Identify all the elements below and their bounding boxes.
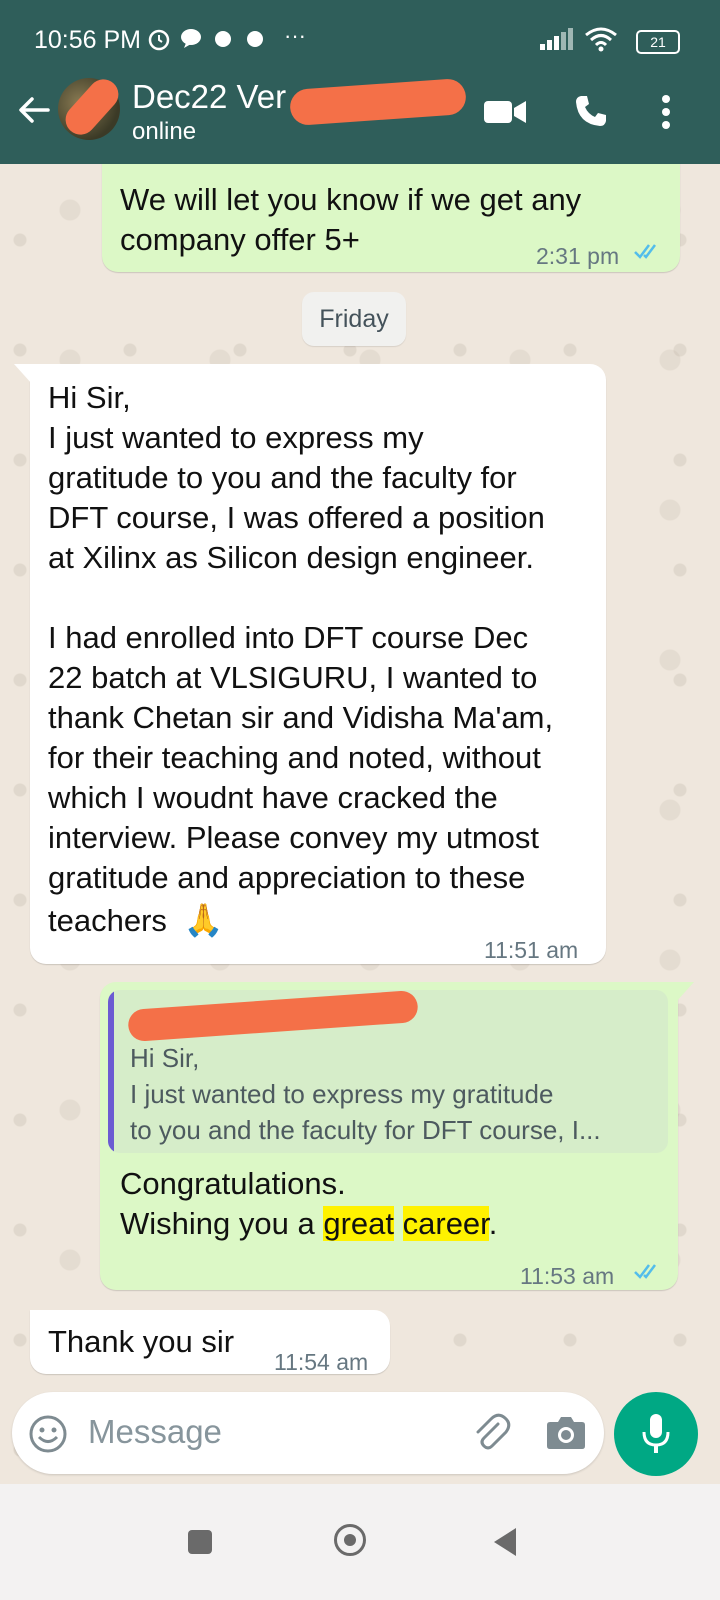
back-triangle-icon[interactable]: [494, 1528, 518, 1556]
more-notifications-icon: ···: [284, 23, 306, 48]
message-last-line: teachers 🙏: [48, 900, 223, 941]
message-incoming[interactable]: Thank you sir 11:54 am: [30, 1310, 390, 1375]
alarm-icon: [148, 29, 170, 51]
message-line: Wishing you a great career.: [120, 1204, 497, 1244]
microphone-icon: [642, 1414, 670, 1453]
redaction-mark: [288, 77, 468, 127]
quoted-text: Hi Sir, I just wanted to express my grat…: [130, 1043, 601, 1145]
chat-notification-icon: [181, 29, 201, 48]
message-time: 11:53 am: [520, 1263, 615, 1289]
folded-hands-emoji: 🙏: [183, 902, 224, 938]
video-call-icon[interactable]: [484, 98, 526, 126]
status-bar: 10:56 PM ··· 21: [0, 0, 720, 80]
attach-icon[interactable]: [470, 1412, 512, 1454]
message-text: Hi Sir, I just wanted to express my grat…: [48, 380, 554, 895]
signal-icon: [540, 28, 573, 50]
message-time: 11:51 am: [484, 937, 579, 963]
camera-icon[interactable]: [546, 1414, 586, 1450]
app-notification-icon: [247, 31, 263, 47]
double-check-icon: [634, 244, 656, 259]
highlighted-word: career: [402, 1206, 489, 1241]
message-time: 2:31 pm: [536, 243, 620, 269]
voice-call-icon[interactable]: [574, 94, 608, 128]
app-notification-icon: [215, 31, 231, 47]
message-input-bar[interactable]: Message: [12, 1392, 604, 1474]
emoji-icon[interactable]: [28, 1414, 68, 1454]
wifi-icon: [585, 27, 617, 52]
status-time: 10:56 PM: [34, 26, 142, 54]
home-dot: [344, 1534, 356, 1546]
back-arrow-icon[interactable]: [14, 90, 54, 130]
battery-icon: 21: [636, 30, 680, 54]
bubble-tail: [14, 364, 32, 384]
chat-title[interactable]: Dec22 Ver: [132, 78, 286, 116]
quote-accent-bar: [108, 990, 114, 1153]
home-button[interactable]: [334, 1524, 366, 1556]
highlighted-word: great: [323, 1206, 394, 1241]
recents-button[interactable]: [188, 1530, 212, 1554]
message-text: .: [488, 1206, 498, 1241]
message-incoming[interactable]: Hi Sir, I just wanted to express my grat…: [30, 364, 606, 964]
system-navigation-bar: [0, 1484, 720, 1600]
voice-record-button[interactable]: [614, 1392, 698, 1476]
message-outgoing[interactable]: We will let you know if we get any compa…: [102, 150, 680, 272]
chat-online-status: online: [132, 118, 197, 145]
message-text: Thank you sir: [48, 1324, 235, 1359]
app-bar: 10:56 PM ··· 21 Dec22 Ver online: [0, 0, 720, 164]
message-text-end: teachers: [48, 903, 167, 938]
message-text: Wishing you a: [120, 1206, 324, 1241]
message-input[interactable]: Message: [88, 1413, 222, 1451]
date-divider: Friday: [302, 292, 406, 346]
bubble-tail: [676, 982, 694, 1002]
more-options-icon[interactable]: [660, 94, 672, 130]
message-time: 11:54 am: [274, 1349, 369, 1375]
double-check-icon: [634, 1264, 656, 1279]
message-text: We will let you know if we get any compa…: [120, 182, 582, 257]
message-line: Congratulations.: [120, 1166, 346, 1201]
